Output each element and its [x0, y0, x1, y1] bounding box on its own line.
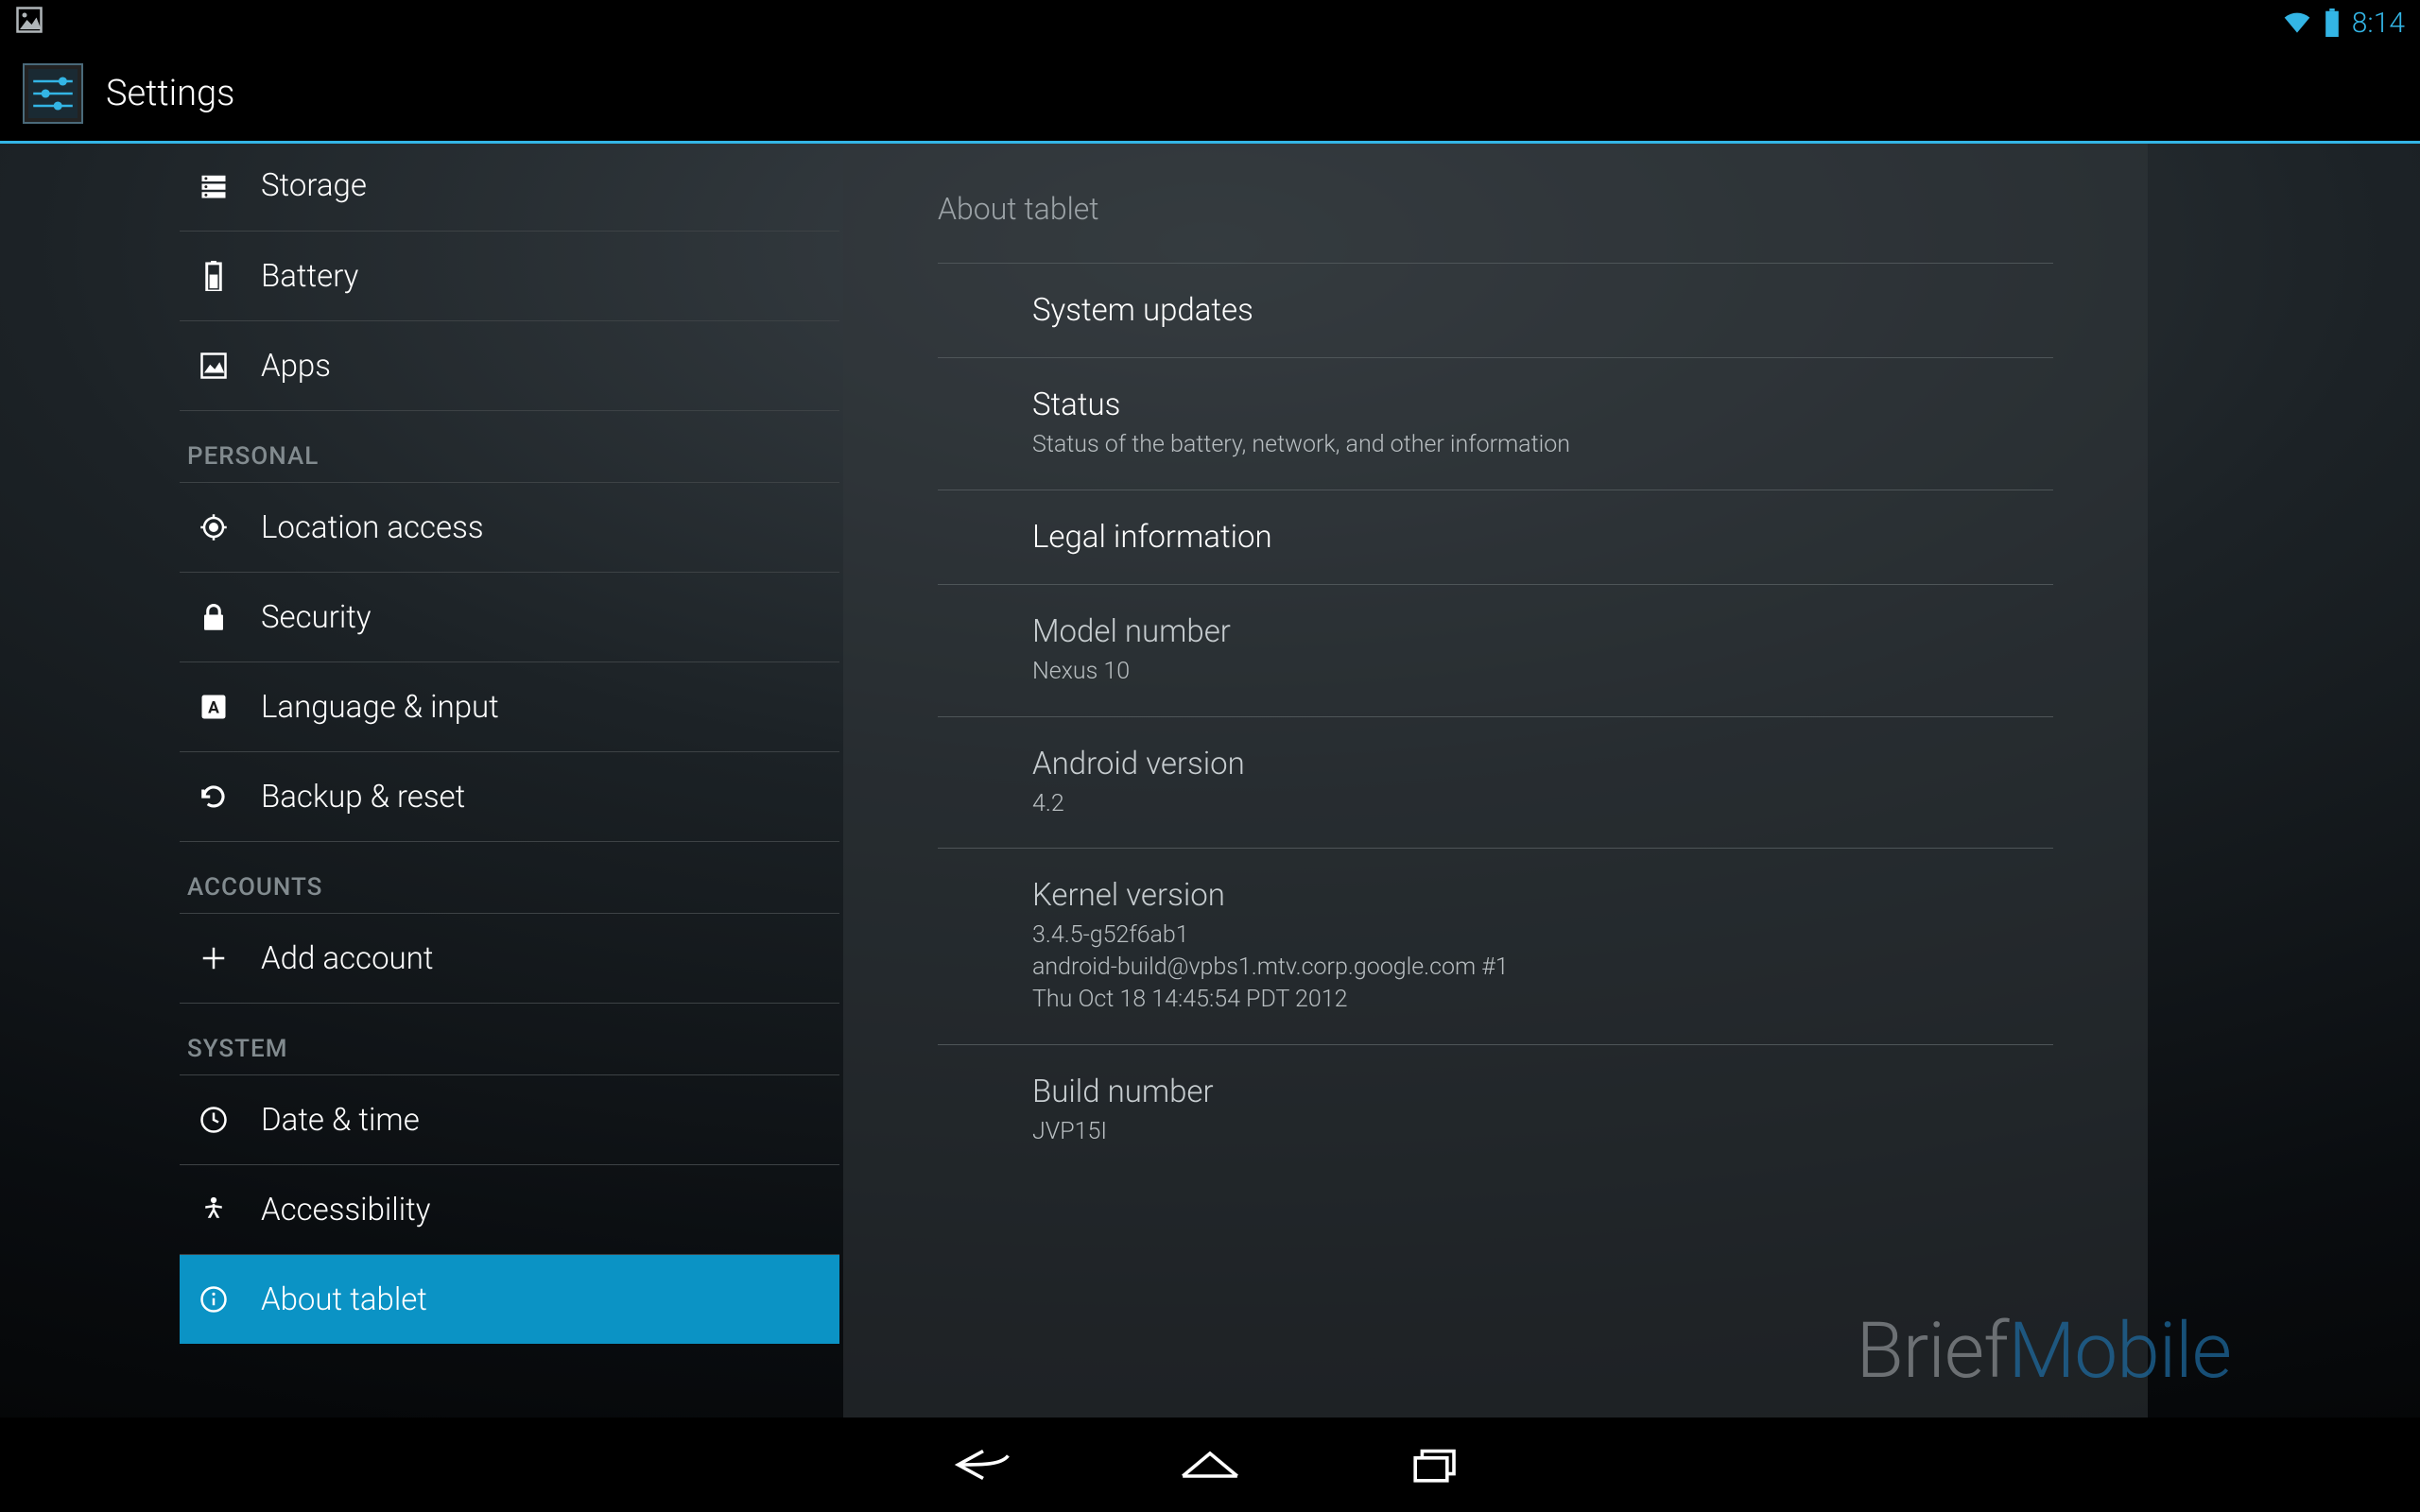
backup-icon — [197, 782, 231, 811]
battery-icon — [197, 261, 231, 291]
sidebar-item-label: Apps — [261, 348, 331, 385]
sidebar-item-label: Language & input — [261, 689, 499, 726]
detail-title: Model number — [1032, 613, 2036, 650]
wifi-icon — [2282, 9, 2312, 36]
detail-android-version[interactable]: Android version 4.2 — [938, 716, 2053, 849]
detail-title: Kernel version — [1032, 877, 2036, 914]
sidebar-section-system: SYSTEM — [180, 1003, 839, 1074]
detail-title: Status — [1032, 387, 2036, 423]
sidebar-item-label: Location access — [261, 509, 484, 546]
recent-apps-button[interactable] — [1399, 1436, 1475, 1493]
back-button[interactable] — [945, 1436, 1021, 1493]
language-icon: A — [197, 693, 231, 721]
detail-title: System updates — [1032, 292, 2036, 329]
sidebar-item-label: Date & time — [261, 1102, 420, 1139]
content-area: Storage Battery Apps PERSONAL Locatio — [0, 144, 2420, 1418]
sidebar-item-location[interactable]: Location access — [180, 482, 839, 572]
sidebar-item-label: About tablet — [261, 1281, 427, 1318]
settings-sidebar: Storage Battery Apps PERSONAL Locatio — [180, 144, 839, 1418]
sidebar-item-label: Add account — [261, 940, 433, 977]
apps-icon — [197, 352, 231, 380]
detail-subtitle: JVP15I — [1032, 1116, 2036, 1148]
lock-icon — [197, 603, 231, 631]
sidebar-item-security[interactable]: Security — [180, 572, 839, 662]
sidebar-item-language[interactable]: A Language & input — [180, 662, 839, 751]
detail-subtitle: Nexus 10 — [1032, 656, 2036, 688]
sidebar-item-label: Accessibility — [261, 1192, 430, 1228]
detail-title: Legal information — [1032, 519, 2036, 556]
accessibility-icon — [197, 1195, 231, 1224]
action-bar: Settings — [0, 45, 2420, 144]
sidebar-section-personal: PERSONAL — [180, 410, 839, 482]
sidebar-item-add-account[interactable]: Add account — [180, 913, 839, 1003]
detail-title: Android version — [1032, 746, 2036, 782]
location-icon — [197, 513, 231, 541]
svg-text:A: A — [208, 698, 219, 717]
info-icon — [197, 1285, 231, 1314]
status-bar: 8:14 — [0, 0, 2420, 45]
detail-subtitle: Status of the battery, network, and othe… — [1032, 429, 2036, 461]
detail-subtitle: 4.2 — [1032, 788, 2036, 820]
sidebar-section-accounts: ACCOUNTS — [180, 841, 839, 913]
battery-icon — [2324, 9, 2341, 37]
sidebar-item-label: Storage — [261, 167, 367, 204]
detail-subtitle: 3.4.5-g52f6ab1 android-build@vpbs1.mtv.c… — [1032, 919, 2036, 1015]
home-button[interactable] — [1172, 1436, 1248, 1493]
clock-icon — [197, 1106, 231, 1134]
sidebar-item-accessibility[interactable]: Accessibility — [180, 1164, 839, 1254]
settings-app-icon — [23, 63, 83, 124]
detail-status[interactable]: Status Status of the battery, network, a… — [938, 357, 2053, 490]
clock-time: 8:14 — [2352, 7, 2405, 40]
detail-panel: About tablet System updates Status Statu… — [843, 144, 2148, 1418]
detail-kernel-version[interactable]: Kernel version 3.4.5-g52f6ab1 android-bu… — [938, 848, 2053, 1043]
sidebar-item-backup[interactable]: Backup & reset — [180, 751, 839, 841]
detail-legal[interactable]: Legal information — [938, 490, 2053, 584]
sidebar-item-datetime[interactable]: Date & time — [180, 1074, 839, 1164]
page-title: Settings — [106, 73, 234, 114]
sidebar-item-label: Battery — [261, 258, 358, 295]
detail-panel-header: About tablet — [843, 144, 2148, 263]
system-nav-bar — [0, 1418, 2420, 1512]
sidebar-item-apps[interactable]: Apps — [180, 320, 839, 410]
sidebar-item-label: Security — [261, 599, 372, 636]
storage-icon — [197, 172, 231, 200]
sidebar-item-battery[interactable]: Battery — [180, 231, 839, 320]
add-icon — [197, 944, 231, 972]
detail-system-updates[interactable]: System updates — [938, 263, 2053, 357]
picture-icon — [15, 6, 43, 41]
sidebar-item-storage[interactable]: Storage — [180, 144, 839, 231]
sidebar-item-about[interactable]: About tablet — [180, 1254, 839, 1344]
detail-model-number[interactable]: Model number Nexus 10 — [938, 584, 2053, 716]
detail-title: Build number — [1032, 1074, 2036, 1110]
detail-build-number[interactable]: Build number JVP15I — [938, 1044, 2053, 1177]
sidebar-item-label: Backup & reset — [261, 779, 465, 816]
